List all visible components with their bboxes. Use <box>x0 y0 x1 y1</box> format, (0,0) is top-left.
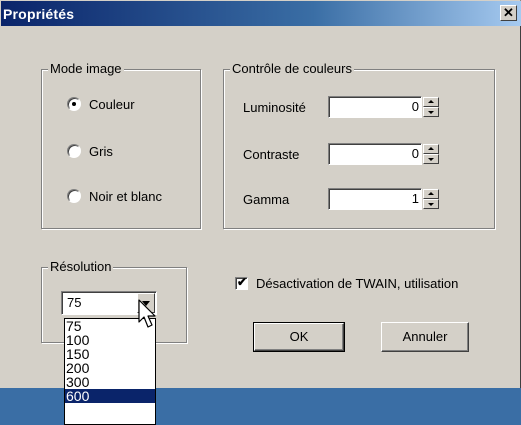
dropdown-option-highlighted[interactable]: 600 <box>65 389 155 403</box>
radio-label-noir-et-blanc: Noir et blanc <box>89 188 162 204</box>
gamma-label: Gamma <box>243 192 290 207</box>
spin-up-button[interactable] <box>423 144 439 154</box>
radio-couleur[interactable]: Couleur <box>67 96 135 112</box>
dropdown-option[interactable]: 200 <box>65 361 155 375</box>
radio-circle[interactable] <box>67 144 81 158</box>
ok-button[interactable]: OK <box>253 322 345 352</box>
color-control-legend: Contrôle de couleurs <box>230 61 354 77</box>
twain-checkbox[interactable]: ✔ <box>235 275 248 290</box>
spin-up-icon <box>428 100 434 103</box>
spin-down-icon <box>428 158 434 161</box>
resolution-legend: Résolution <box>48 259 114 275</box>
gamma-input[interactable]: 1 <box>328 188 422 210</box>
cancel-button[interactable]: Annuler <box>381 322 469 352</box>
title-bar[interactable]: Propriétés ✕ <box>1 1 521 26</box>
dropdown-option[interactable]: 150 <box>65 347 155 361</box>
mode-image-group: Mode image <box>41 61 201 229</box>
spin-up-icon <box>428 192 434 195</box>
cancel-button-label: Annuler <box>402 329 448 344</box>
resolution-selected-value: 75 <box>67 295 82 310</box>
gamma-spinner <box>423 189 439 209</box>
mouse-pointer-icon <box>138 299 156 328</box>
spin-up-button[interactable] <box>423 189 439 199</box>
spin-up-button[interactable] <box>423 97 439 107</box>
dropdown-option[interactable]: 100 <box>65 333 155 347</box>
gamma-value: 1 <box>411 191 419 206</box>
radio-gris[interactable]: Gris <box>67 143 113 159</box>
contraste-value: 0 <box>411 146 419 161</box>
mode-image-legend: Mode image <box>48 61 124 77</box>
spin-down-icon <box>428 111 434 114</box>
luminosite-spinner <box>423 97 439 117</box>
radio-circle[interactable] <box>67 189 81 203</box>
close-button[interactable]: ✕ <box>500 5 517 21</box>
dropdown-option[interactable]: 300 <box>65 375 155 389</box>
contraste-input[interactable]: 0 <box>328 143 422 165</box>
spin-down-button[interactable] <box>423 154 439 164</box>
luminosite-label: Luminosité <box>243 100 306 115</box>
close-icon: ✕ <box>503 5 514 20</box>
spin-down-button[interactable] <box>423 107 439 117</box>
ok-button-label: OK <box>289 329 309 344</box>
radio-selected-dot <box>72 102 76 106</box>
window-title: Propriétés <box>3 6 75 22</box>
contraste-spinner <box>423 144 439 164</box>
radio-label-gris: Gris <box>89 143 113 159</box>
check-icon: ✔ <box>237 275 248 289</box>
spin-down-icon <box>428 203 434 206</box>
contraste-label: Contraste <box>243 147 300 162</box>
radio-noir-et-blanc[interactable]: Noir et blanc <box>67 188 162 204</box>
twain-checkbox-label: Désactivation de TWAIN, utilisation <box>256 276 459 291</box>
radio-label-couleur: Couleur <box>89 96 135 112</box>
spin-down-button[interactable] <box>423 199 439 209</box>
radio-circle[interactable] <box>67 97 81 111</box>
luminosite-value: 0 <box>411 99 419 114</box>
resolution-dropdown-list[interactable]: 75 100 150 200 300 600 <box>64 318 156 425</box>
spin-up-icon <box>428 147 434 150</box>
luminosite-input[interactable]: 0 <box>328 96 422 118</box>
